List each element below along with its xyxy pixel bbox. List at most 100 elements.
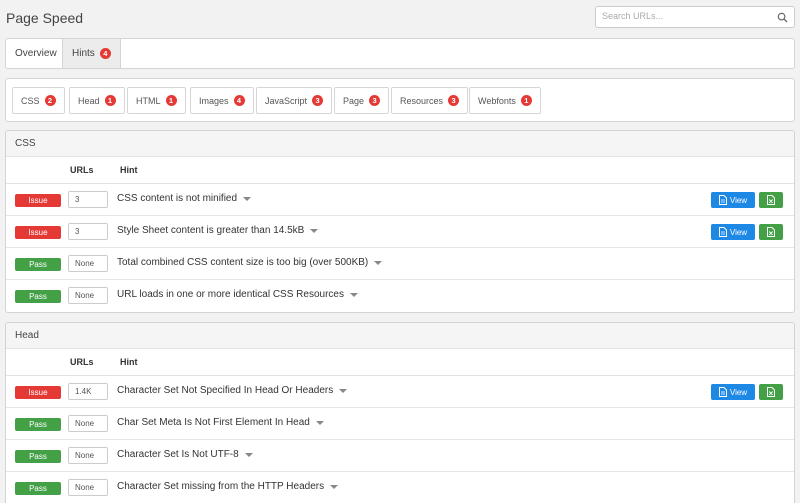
section-title: Head xyxy=(6,323,794,349)
hints-count-badge: 4 xyxy=(99,48,111,59)
table-row: Issue 1.4K Character Set Not Specified I… xyxy=(6,376,794,408)
filter-label: Page xyxy=(343,95,365,106)
hint-label: Character Set missing from the HTTP Head… xyxy=(117,481,325,492)
document-icon xyxy=(718,195,727,205)
caret-down-icon[interactable] xyxy=(310,229,319,233)
spreadsheet-icon xyxy=(767,195,775,205)
filter-html[interactable]: HTML 1 xyxy=(127,87,186,114)
hint-toggle[interactable]: CSS content is not minified xyxy=(117,193,252,204)
hint-toggle[interactable]: Style Sheet content is greater than 14.5… xyxy=(117,225,319,236)
url-count: 3 xyxy=(68,191,108,208)
filter-page[interactable]: Page 3 xyxy=(334,87,390,114)
export-button[interactable] xyxy=(759,192,783,208)
column-header-hint: Hint xyxy=(120,357,138,367)
tab-hints[interactable]: Hints 4 xyxy=(62,39,121,68)
hint-toggle[interactable]: Char Set Meta Is Not First Element In He… xyxy=(117,417,324,428)
export-button[interactable] xyxy=(759,224,783,240)
caret-down-icon[interactable] xyxy=(330,485,339,489)
column-header-hint: Hint xyxy=(120,165,138,175)
hint-toggle[interactable]: URL loads in one or more identical CSS R… xyxy=(117,289,358,300)
view-button[interactable]: View xyxy=(711,224,755,240)
status-badge: Issue xyxy=(15,386,61,399)
filter-resources[interactable]: Resources 3 xyxy=(391,87,469,114)
hint-label: CSS content is not minified xyxy=(117,193,238,204)
search-input[interactable] xyxy=(602,11,762,21)
status-badge: Issue xyxy=(15,194,61,207)
status-badge: Pass xyxy=(15,482,61,495)
filter-count-badge: 3 xyxy=(312,95,324,106)
filter-count-badge: 1 xyxy=(165,95,177,106)
column-header-urls: URLs xyxy=(70,165,94,175)
hint-label: URL loads in one or more identical CSS R… xyxy=(117,289,344,300)
filter-count-badge: 2 xyxy=(44,95,56,106)
view-label: View xyxy=(729,195,748,205)
status-badge: Pass xyxy=(15,418,61,431)
status-badge: Pass xyxy=(15,450,61,463)
caret-down-icon[interactable] xyxy=(243,197,252,201)
status-badge: Pass xyxy=(15,258,61,271)
filter-css[interactable]: CSS 2 xyxy=(12,87,65,114)
filter-head[interactable]: Head 1 xyxy=(69,87,125,114)
document-icon xyxy=(718,227,727,237)
url-count: None xyxy=(68,447,108,464)
view-button[interactable]: View xyxy=(711,384,755,400)
status-badge: Issue xyxy=(15,226,61,239)
table-row: Issue 3 CSS content is not minified View xyxy=(6,184,794,216)
filter-label: Webfonts xyxy=(478,95,516,106)
url-count: 1.4K xyxy=(68,383,108,400)
status-badge: Pass xyxy=(15,290,61,303)
search-icon[interactable] xyxy=(777,12,788,23)
hint-toggle[interactable]: Character Set Not Specified In Head Or H… xyxy=(117,385,348,396)
spreadsheet-icon xyxy=(767,227,775,237)
filter-count-badge: 4 xyxy=(233,95,245,106)
table-row: Pass None Char Set Meta Is Not First Ele… xyxy=(6,408,794,440)
view-button[interactable]: View xyxy=(711,192,755,208)
table-row: Pass None Character Set missing from the… xyxy=(6,472,794,503)
table-header: URLs Hint xyxy=(6,157,794,184)
filter-label: CSS xyxy=(21,95,40,106)
section-head: Head URLs Hint Issue 1.4K Character Set … xyxy=(5,322,795,503)
filter-label: Resources xyxy=(400,95,444,106)
search-box[interactable] xyxy=(595,6,795,28)
filter-images[interactable]: Images 4 xyxy=(190,87,254,114)
caret-down-icon[interactable] xyxy=(349,293,358,297)
url-count: None xyxy=(68,287,108,304)
spreadsheet-icon xyxy=(767,387,775,397)
column-header-urls: URLs xyxy=(70,357,94,367)
caret-down-icon[interactable] xyxy=(315,421,324,425)
view-label: View xyxy=(729,227,748,237)
main-tabs: Overview Hints 4 xyxy=(5,38,795,69)
top-bar: Page Speed xyxy=(0,0,800,36)
hint-toggle[interactable]: Total combined CSS content size is too b… xyxy=(117,257,383,268)
url-count: 3 xyxy=(68,223,108,240)
hint-toggle[interactable]: Character Set Is Not UTF-8 xyxy=(117,449,253,460)
tab-label: Overview xyxy=(15,48,57,59)
table-row: Issue 3 Style Sheet content is greater t… xyxy=(6,216,794,248)
table-header: URLs Hint xyxy=(6,349,794,376)
filter-label: Head xyxy=(78,95,100,106)
filter-count-badge: 1 xyxy=(520,95,532,106)
filter-count-badge: 3 xyxy=(448,95,460,106)
filter-count-badge: 1 xyxy=(104,95,116,106)
url-count: None xyxy=(68,479,108,496)
filter-javascript[interactable]: JavaScript 3 xyxy=(256,87,333,114)
tab-label: Hints xyxy=(72,48,95,59)
filter-label: HTML xyxy=(136,95,161,106)
caret-down-icon[interactable] xyxy=(244,453,253,457)
hint-label: Char Set Meta Is Not First Element In He… xyxy=(117,417,310,428)
section-title: CSS xyxy=(6,131,794,157)
filter-label: JavaScript xyxy=(265,95,308,106)
hint-label: Character Set Not Specified In Head Or H… xyxy=(117,385,334,396)
caret-down-icon[interactable] xyxy=(339,389,348,393)
hint-toggle[interactable]: Character Set missing from the HTTP Head… xyxy=(117,481,339,492)
url-count: None xyxy=(68,415,108,432)
table-row: Pass None Character Set Is Not UTF-8 xyxy=(6,440,794,472)
tab-overview[interactable]: Overview xyxy=(6,39,66,68)
section-css: CSS URLs Hint Issue 3 CSS content is not… xyxy=(5,130,795,313)
filter-webfonts[interactable]: Webfonts 1 xyxy=(469,87,541,114)
caret-down-icon[interactable] xyxy=(374,261,383,265)
hint-label: Character Set Is Not UTF-8 xyxy=(117,449,239,460)
category-filter-bar: CSS 2 Head 1 HTML 1 Images 4 JavaScript 3 Pag… xyxy=(5,78,795,122)
document-icon xyxy=(718,387,727,397)
export-button[interactable] xyxy=(759,384,783,400)
